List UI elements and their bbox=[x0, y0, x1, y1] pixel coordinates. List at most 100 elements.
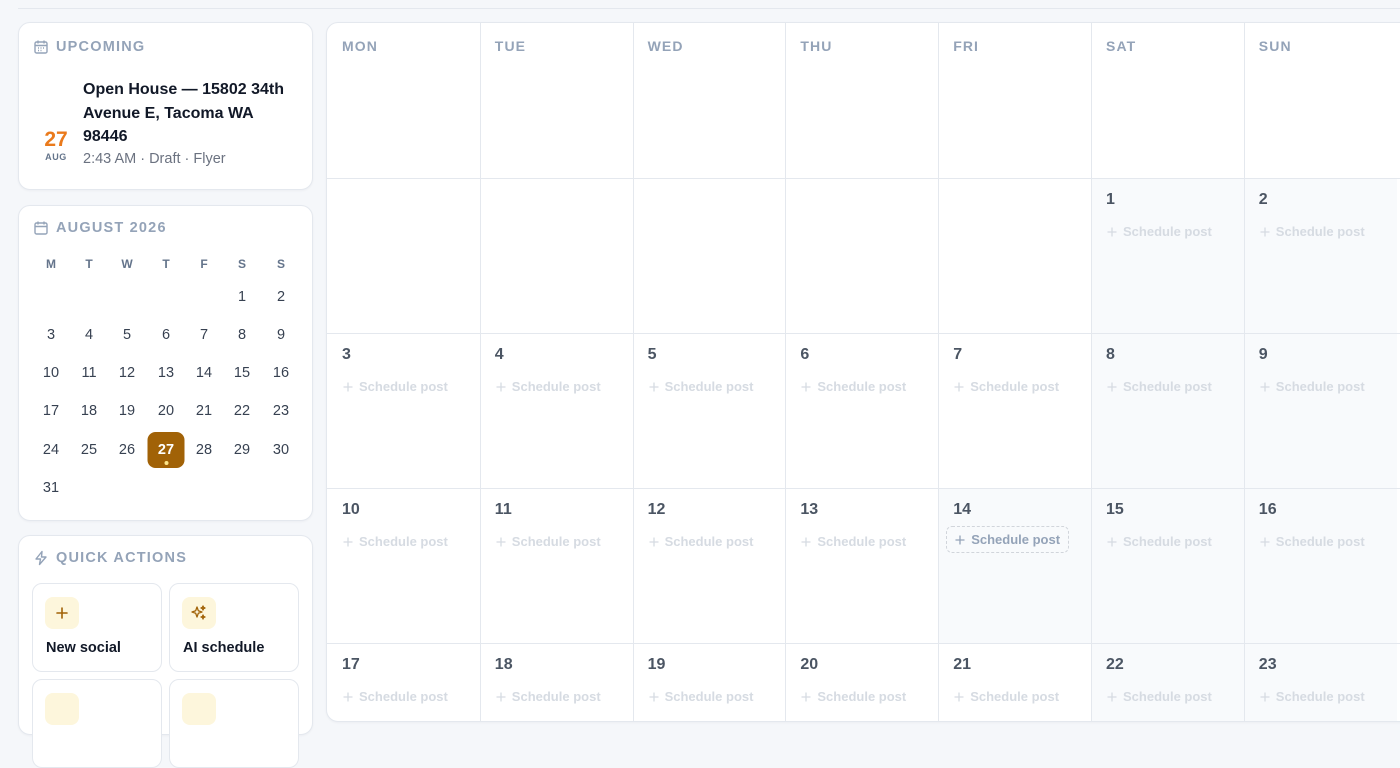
mini-calendar-header: AUGUST 2026 bbox=[33, 220, 167, 236]
calendar-day-cell[interactable]: 23 Schedule post bbox=[1243, 643, 1397, 721]
schedule-post-button[interactable]: Schedule post bbox=[1260, 379, 1365, 394]
quick-action-tile[interactable] bbox=[169, 679, 299, 768]
mini-day[interactable]: 6 bbox=[150, 317, 182, 353]
calendar-day-cell[interactable]: 4 Schedule post bbox=[480, 333, 633, 488]
new-social-button[interactable]: New social bbox=[32, 583, 162, 672]
mini-day[interactable]: 18 bbox=[73, 393, 105, 429]
schedule-post-button[interactable]: Schedule post bbox=[648, 534, 753, 549]
calendar-day-number: 17 bbox=[342, 656, 360, 673]
schedule-post-label: Schedule post bbox=[359, 534, 448, 549]
mini-day[interactable]: 20 bbox=[150, 393, 182, 429]
schedule-post-button[interactable]: Schedule post bbox=[343, 379, 448, 394]
calendar-day-cell[interactable]: 1 Schedule post bbox=[1091, 178, 1244, 333]
calendar-day-cell[interactable]: 9 Schedule post bbox=[1243, 333, 1397, 488]
calendar-day-cell[interactable]: 14 Schedule post bbox=[938, 488, 1092, 643]
ai-schedule-button[interactable]: AI schedule bbox=[169, 583, 299, 672]
schedule-post-button[interactable]: Schedule post bbox=[496, 379, 601, 394]
mini-weekday-label: F bbox=[200, 257, 208, 271]
mini-day[interactable]: 3 bbox=[35, 317, 67, 353]
mini-day[interactable]: 8 bbox=[226, 317, 258, 353]
calendar-day-cell[interactable]: 3 Schedule post bbox=[327, 333, 480, 488]
schedule-post-button[interactable]: Schedule post bbox=[343, 534, 448, 549]
weekday-header: SUN bbox=[1258, 38, 1292, 54]
calendar-day-cell[interactable]: 13 Schedule post bbox=[785, 488, 938, 643]
mini-day[interactable]: 11 bbox=[73, 355, 105, 391]
calendar-icon bbox=[34, 221, 48, 235]
mini-day[interactable]: 13 bbox=[150, 355, 182, 391]
mini-calendar-card: AUGUST 2026 M T W T F S S 1 2 3 4 5 6 7 8 9 10 11 12 13 14 15… bbox=[18, 205, 313, 521]
schedule-post-button[interactable]: Schedule post bbox=[1260, 224, 1365, 239]
schedule-post-label: Schedule post bbox=[971, 532, 1061, 547]
schedule-post-label: Schedule post bbox=[359, 689, 448, 704]
calendar-day-cell[interactable]: 15 Schedule post bbox=[1091, 488, 1244, 643]
schedule-post-button[interactable]: Schedule post bbox=[648, 689, 753, 704]
schedule-post-button[interactable]: Schedule post bbox=[954, 379, 1059, 394]
schedule-post-button[interactable]: Schedule post bbox=[343, 689, 448, 704]
mini-day-selected[interactable]: 27 bbox=[147, 432, 185, 468]
mini-day[interactable]: 24 bbox=[35, 432, 67, 468]
mini-day[interactable]: 19 bbox=[111, 393, 143, 429]
schedule-post-button[interactable]: Schedule post bbox=[1107, 534, 1212, 549]
schedule-post-button[interactable]: Schedule post bbox=[801, 534, 906, 549]
plus-icon bbox=[343, 381, 353, 392]
calendar-day-cell[interactable]: 6 Schedule post bbox=[785, 333, 938, 488]
calendar-day-cell[interactable]: 7 Schedule post bbox=[938, 333, 1091, 488]
calendar-day-cell[interactable]: 2 Schedule post bbox=[1243, 178, 1397, 333]
mini-weekday-label: S bbox=[237, 257, 246, 271]
calendar-day-cell[interactable]: 5 Schedule post bbox=[633, 333, 786, 488]
calendar-day-cell[interactable]: 10 Schedule post bbox=[327, 488, 480, 643]
mini-day[interactable]: 28 bbox=[188, 432, 220, 468]
calendar-day-cell[interactable]: 11 Schedule post bbox=[480, 488, 633, 643]
mini-day[interactable]: 31 bbox=[35, 470, 67, 506]
calendar-day-cell[interactable]: 20 Schedule post bbox=[785, 643, 938, 721]
mini-day[interactable]: 14 bbox=[188, 355, 220, 391]
quick-actions-card: QUICK ACTIONS New social AI schedule bbox=[18, 535, 313, 768]
schedule-post-label: Schedule post bbox=[1123, 534, 1212, 549]
schedule-post-button[interactable]: Schedule post bbox=[1260, 534, 1365, 549]
calendar-day-cell[interactable]: 8 Schedule post bbox=[1091, 333, 1244, 488]
mini-day[interactable]: 23 bbox=[265, 393, 297, 429]
mini-day[interactable]: 7 bbox=[188, 317, 220, 353]
mini-day[interactable]: 17 bbox=[35, 393, 67, 429]
schedule-post-button[interactable]: Schedule post bbox=[801, 689, 906, 704]
schedule-post-button[interactable]: Schedule post bbox=[954, 689, 1059, 704]
schedule-post-button[interactable]: Schedule post bbox=[801, 379, 906, 394]
schedule-post-button[interactable]: Schedule post bbox=[946, 526, 1070, 553]
calendar-day-cell[interactable]: 16 Schedule post bbox=[1243, 488, 1397, 643]
mini-day[interactable]: 21 bbox=[188, 393, 220, 429]
mini-day[interactable]: 16 bbox=[265, 355, 297, 391]
schedule-post-button[interactable]: Schedule post bbox=[1107, 689, 1212, 704]
schedule-post-label: Schedule post bbox=[817, 689, 907, 704]
mini-day[interactable]: 15 bbox=[226, 355, 258, 391]
mini-day[interactable]: 1 bbox=[226, 279, 258, 315]
schedule-post-button[interactable]: Schedule post bbox=[496, 689, 601, 704]
mini-day[interactable]: 12 bbox=[111, 355, 143, 391]
weekday-header: WED bbox=[647, 38, 684, 54]
week-calendar: 1 Schedule post 2 Schedule post 3 Schedule po… bbox=[326, 22, 1400, 722]
mini-day[interactable]: 2 bbox=[265, 279, 297, 315]
mini-day[interactable]: 29 bbox=[226, 432, 258, 468]
calendar-day-cell[interactable]: 21 Schedule post bbox=[938, 643, 1091, 721]
mini-day[interactable]: 5 bbox=[111, 317, 143, 353]
calendar-day-cell[interactable]: 22 Schedule post bbox=[1091, 643, 1244, 721]
schedule-post-button[interactable]: Schedule post bbox=[496, 534, 601, 549]
mini-day[interactable]: 10 bbox=[35, 355, 67, 391]
mini-day[interactable]: 22 bbox=[226, 393, 258, 429]
mini-day[interactable]: 9 bbox=[265, 317, 297, 353]
calendar-day-cell[interactable]: 17 Schedule post bbox=[327, 643, 480, 721]
mini-day[interactable]: 26 bbox=[111, 432, 143, 468]
mini-day[interactable]: 25 bbox=[73, 432, 105, 468]
schedule-post-button[interactable]: Schedule post bbox=[648, 379, 753, 394]
schedule-post-button[interactable]: Schedule post bbox=[1260, 689, 1365, 704]
schedule-post-button[interactable]: Schedule post bbox=[1107, 224, 1212, 239]
calendar-day-cell[interactable]: 18 Schedule post bbox=[480, 643, 633, 721]
mini-day[interactable]: 30 bbox=[265, 432, 297, 468]
schedule-post-button[interactable]: Schedule post bbox=[1107, 379, 1212, 394]
calendar-day-cell[interactable]: 12 Schedule post bbox=[633, 488, 786, 643]
calendar-day-number: 19 bbox=[647, 656, 666, 673]
quick-action-tile[interactable] bbox=[32, 679, 162, 768]
calendar-day-cell[interactable]: 19 Schedule post bbox=[633, 643, 786, 721]
upcoming-event-title[interactable]: Open House — 15802 34th Avenue E, Tacoma… bbox=[83, 78, 298, 149]
schedule-post-label: Schedule post bbox=[1275, 689, 1365, 704]
mini-day[interactable]: 4 bbox=[73, 317, 105, 353]
